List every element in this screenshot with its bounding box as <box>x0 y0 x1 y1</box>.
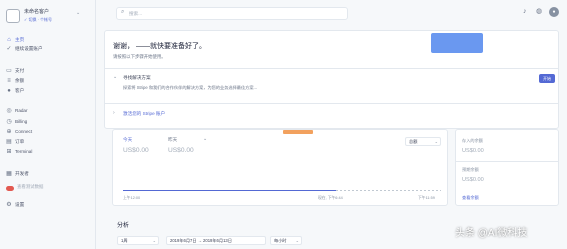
sidebar-item-payments[interactable]: ▭ 支付 <box>6 67 94 76</box>
analytics-title: 分析 <box>117 223 130 229</box>
sidebar-item-radar[interactable]: ◎ Radar <box>6 107 94 116</box>
sidebar-item-label: Connect <box>15 129 33 134</box>
orders-icon: ▤ <box>6 139 12 145</box>
date-range-value: 2019年6月7日 → 2019年6月13日 <box>170 238 232 243</box>
axis-start-label: 上午12:00 <box>123 196 141 200</box>
billing-icon: ◷ <box>6 119 12 125</box>
today-series-line <box>123 190 336 191</box>
chevron-down-icon[interactable]: ⌄ <box>76 10 80 16</box>
sidebar-item-label: 余额 <box>15 78 25 83</box>
sidebar-item-label: 订单 <box>15 139 25 144</box>
account-switcher[interactable]: 未命名客户 ⌄ ✓ 切换 · 个帐号 <box>6 6 94 28</box>
user-avatar[interactable]: ● <box>549 7 559 17</box>
developers-icon: ▦ <box>6 171 12 177</box>
view-balance-link[interactable]: 查看余额 <box>462 195 479 201</box>
top-bar: ⌕ 搜索... ♪ ◍ ● <box>96 0 567 28</box>
axis-end-label: 下午11:59 <box>418 196 435 200</box>
sidebar: 未命名客户 ⌄ ✓ 切换 · 个帐号 ⌂ 主页 ✓ 继续设置账户 ▭ 支付 ≡ … <box>0 0 96 249</box>
sidebar-item-label: 继续设置账户 <box>15 46 43 51</box>
yesterday-label[interactable]: 昨天 <box>168 137 177 143</box>
setup-row-description: 探索将 Stripe 和我们的合作伙伴的解决方案，为您的业务选择最佳方案... <box>123 85 258 90</box>
expected-balance-label: 预期余额 <box>462 167 479 172</box>
card-icon: ▭ <box>6 68 12 74</box>
date-range-picker[interactable]: 2019年6月7日 → 2019年6月13日 <box>166 236 266 245</box>
divider <box>105 68 558 69</box>
sidebar-item-developers[interactable]: ▦ 开发者 <box>6 170 94 179</box>
sidebar-item-label: Billing <box>15 119 28 124</box>
sidebar-item-billing[interactable]: ◷ Billing <box>6 118 94 127</box>
hero-title: 谢谢， ——就快要准备好了。 <box>113 43 206 50</box>
account-name: 未命名客户 <box>24 9 50 15</box>
chevron-down-icon: ⌄ <box>434 139 438 144</box>
remaining-day-line <box>336 190 441 191</box>
sidebar-item-customers[interactable]: ● 客户 <box>6 87 94 96</box>
sidebar-item-setup[interactable]: ✓ 继续设置账户 <box>6 45 94 54</box>
bell-icon[interactable]: ♪ <box>523 8 527 16</box>
interval-select-value: 每小时 <box>274 238 287 243</box>
sidebar-item-terminal[interactable]: ⊞ Terminal <box>6 148 94 157</box>
sidebar-item-label: 支付 <box>15 68 25 73</box>
account-avatar <box>6 9 20 23</box>
today-label: 今天 <box>123 137 133 142</box>
settings-icon: ⚙ <box>6 202 12 208</box>
sidebar-item-label: Radar <box>15 108 28 113</box>
balance-card: 存入的余额 US$0.00 预期余额 US$0.00 查看余额 <box>455 129 559 206</box>
chevron-right-icon[interactable]: › <box>113 110 115 116</box>
search-input[interactable]: ⌕ 搜索... <box>116 7 348 20</box>
radar-icon: ◎ <box>6 108 12 114</box>
home-icon: ⌂ <box>7 37 11 43</box>
start-button[interactable]: 开始 <box>539 74 555 83</box>
sidebar-item-label: 开发者 <box>15 171 29 176</box>
period-select-value: 1周 <box>121 238 128 243</box>
metric-select-value: 总额 <box>409 139 418 144</box>
axis-now-label: 现在, 下午6:44 <box>318 196 343 200</box>
customers-icon: ● <box>7 88 11 94</box>
divider <box>105 103 558 104</box>
sidebar-item-settings[interactable]: ⚙ 设置 <box>6 201 94 210</box>
account-actions[interactable]: ✓ 切换 · 个帐号 <box>24 17 52 23</box>
redacted-name <box>431 33 483 53</box>
chevron-down-icon[interactable]: ⌄ <box>203 136 207 142</box>
sidebar-item-label: 设置 <box>15 202 25 207</box>
now-indicator <box>283 130 313 134</box>
divider <box>456 161 558 162</box>
connect-icon: ⊕ <box>6 129 12 135</box>
onboarding-card: 谢谢， ——就快要准备好了。 请按照以下步骤开始使用。 ⌄ 寻找解决方案 探索将… <box>104 30 559 129</box>
terminal-icon: ⊞ <box>6 149 12 155</box>
sidebar-item-connect[interactable]: ⊕ Connect <box>6 128 94 137</box>
today-value: US$0.00 <box>123 147 149 154</box>
test-data-toggle[interactable] <box>6 186 14 191</box>
available-balance-label: 存入的余额 <box>462 138 483 143</box>
chevron-down-icon: ⌄ <box>295 238 299 243</box>
interval-select[interactable]: 每小时 ⌄ <box>270 236 302 245</box>
balance-icon: ≡ <box>7 78 11 84</box>
expected-balance-value: US$0.00 <box>462 177 484 183</box>
setup-row-title[interactable]: 寻找解决方案 <box>123 75 151 81</box>
chevron-down-icon: ⌄ <box>152 238 156 243</box>
metric-select[interactable]: 总额 ⌄ <box>405 137 441 146</box>
search-placeholder: 搜索... <box>129 11 143 16</box>
sidebar-item-home[interactable]: ⌂ 主页 <box>6 36 94 45</box>
search-icon: ⌕ <box>121 9 125 15</box>
watermark-text: 头条 @AI微科技 <box>455 228 528 239</box>
sidebar-item-label: 客户 <box>15 88 25 93</box>
period-select[interactable]: 1周 ⌄ <box>117 236 159 245</box>
help-icon[interactable]: ◍ <box>536 8 542 16</box>
available-balance-value: US$0.00 <box>462 148 484 154</box>
chevron-down-icon[interactable]: ⌄ <box>113 74 117 80</box>
test-data-label: 查看测试数据 <box>17 184 44 189</box>
sidebar-item-orders[interactable]: ▤ 订单 <box>6 138 94 147</box>
yesterday-value: US$0.00 <box>168 147 194 154</box>
checklist-icon: ✓ <box>6 46 12 52</box>
activate-account-link[interactable]: 激活您的 Stripe 账户 <box>123 111 165 117</box>
today-chart-card: 今天 昨天 ⌄ US$0.00 US$0.00 总额 ⌄ 上午12:00 现在,… <box>112 129 448 206</box>
hero-subtitle: 请按照以下步骤开始使用。 <box>113 54 166 59</box>
sidebar-item-balance[interactable]: ≡ 余额 <box>6 77 94 86</box>
sidebar-item-label: Terminal <box>15 149 33 154</box>
sidebar-item-label: 主页 <box>15 37 25 42</box>
